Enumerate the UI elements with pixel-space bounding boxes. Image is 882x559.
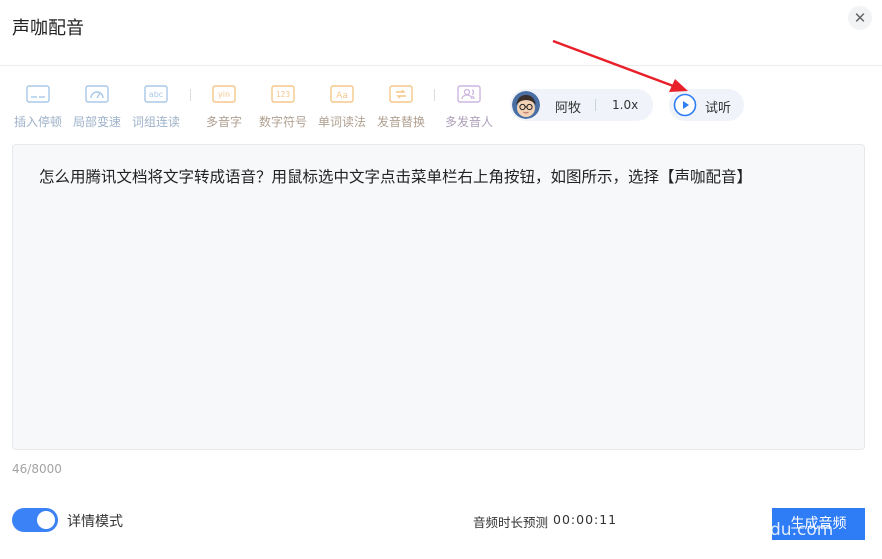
tool-label: 插入停顿 [13, 115, 62, 129]
tool-label: 词组连读 [131, 115, 180, 129]
tool-label: 单词读法 [317, 115, 366, 129]
voice-selector[interactable]: 阿牧 1.0x [510, 89, 653, 121]
avatar-face-icon [512, 91, 540, 119]
multi-speaker-tool[interactable]: 多发音人 [442, 84, 496, 130]
phrase-link-tool[interactable]: abc 词组连读 [129, 84, 183, 130]
detail-mode-label: 详情模式 [67, 514, 123, 530]
duration-value: 00:00:11 [553, 512, 618, 527]
close-icon: ✕ [853, 9, 867, 27]
tool-label: 数字符号 [258, 115, 307, 129]
yin-icon: yin [212, 85, 236, 103]
tool-label: 局部变速 [72, 115, 121, 129]
pause-insert-icon [26, 85, 50, 103]
insert-pause-tool[interactable]: 插入停顿 [11, 84, 65, 130]
avatar [512, 91, 540, 119]
speed-gauge-icon [85, 85, 109, 103]
word-aa-icon: Aa [330, 85, 354, 103]
header-divider [0, 65, 882, 66]
multi-speaker-icon [457, 85, 481, 103]
aa-icon-text: Aa [336, 91, 348, 101]
dialog-title: 声咖配音 [12, 18, 84, 39]
word-reading-tool[interactable]: Aa 单词读法 [315, 84, 369, 130]
pill-separator [595, 99, 596, 111]
tool-label: 多音字 [205, 115, 242, 129]
speed-value[interactable]: 1.0x [612, 98, 638, 112]
char-count: 46/8000 [12, 462, 62, 476]
abc-icon-text: abc [149, 90, 163, 99]
toolbar-separator [190, 89, 191, 101]
yin-icon-text: yin [218, 90, 230, 99]
preview-button[interactable]: 试听 [669, 89, 744, 121]
tool-label: 发音替换 [376, 115, 425, 129]
polyphone-tool[interactable]: yin 多音字 [204, 84, 244, 130]
text-editor[interactable]: 怎么用腾讯文档将文字转成语音？用鼠标选中文字点击菜单栏右上角按钮，如图所示，选择… [12, 144, 865, 450]
editor-content[interactable]: 怎么用腾讯文档将文字转成语音？用鼠标选中文字点击菜单栏右上角按钮，如图所示，选择… [39, 165, 752, 187]
number-icon-text: 123 [276, 90, 291, 99]
play-icon [673, 93, 697, 117]
replace-icon [389, 85, 413, 103]
toggle-knob [37, 511, 55, 529]
number-symbol-tool[interactable]: 123 数字符号 [256, 84, 310, 130]
preview-label: 试听 [705, 101, 732, 116]
toolbar-separator [434, 89, 435, 101]
pronunciation-replace-tool[interactable]: 发音替换 [374, 84, 428, 130]
local-speed-tool[interactable]: 局部变速 [70, 84, 124, 130]
generate-audio-button[interactable]: 生成音频 [772, 508, 865, 540]
abc-icon: abc [144, 85, 168, 103]
duration-label: 音频时长预测 [473, 515, 549, 530]
tool-label: 多发音人 [444, 115, 493, 129]
close-button[interactable]: ✕ [848, 6, 872, 30]
voice-name: 阿牧 [555, 101, 582, 116]
number-123-icon: 123 [271, 85, 295, 103]
detail-mode-toggle[interactable] [12, 508, 58, 532]
